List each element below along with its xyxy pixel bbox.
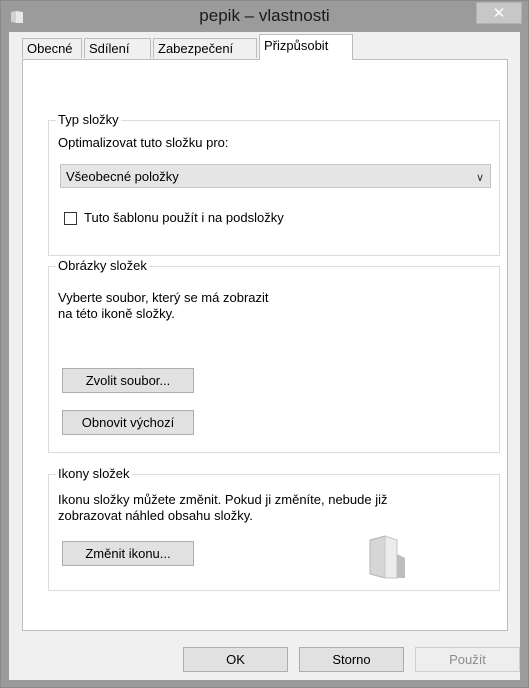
tab-security[interactable]: Zabezpečení [153, 38, 257, 58]
folder-pictures-group: Obrázky složek Vyberte soubor, který se … [48, 258, 500, 453]
tab-general[interactable]: Obecné [22, 38, 82, 58]
optimize-dropdown[interactable]: Všeobecné položky ∨ [60, 164, 491, 188]
folder-type-group: Typ složky Optimalizovat tuto složku pro… [48, 112, 500, 256]
change-icon-button[interactable]: Změnit ikonu... [62, 541, 194, 566]
properties-dialog: pepik – vlastnosti ✕ Obecné Sdílení Zabe… [0, 0, 529, 688]
cancel-button[interactable]: Storno [299, 647, 404, 672]
tab-panel: Typ složky Optimalizovat tuto složku pro… [22, 59, 508, 631]
title-bar[interactable]: pepik – vlastnosti ✕ [1, 1, 528, 32]
close-button[interactable]: ✕ [476, 2, 522, 24]
folder-type-group-label: Typ složky [56, 112, 121, 128]
folder-icons-group: Ikony složek Ikonu složky můžete změnit.… [48, 466, 500, 591]
folder-pictures-description-1: Vyberte soubor, který se má zobrazit [58, 290, 269, 305]
apply-subfolders-label[interactable]: Tuto šablonu použít i na podsložky [84, 210, 284, 226]
folder-preview-icon [369, 535, 405, 579]
choose-file-button[interactable]: Zvolit soubor... [62, 368, 194, 393]
close-icon: ✕ [492, 4, 506, 22]
optimize-label: Optimalizovat tuto složku pro: [58, 135, 229, 150]
apply-button[interactable]: Použít [415, 647, 520, 672]
folder-icons-description-2: zobrazovat náhled obsahu složky. [58, 508, 253, 523]
apply-subfolders-checkbox[interactable] [64, 212, 77, 225]
folder-pictures-description-2: na této ikoně složky. [58, 306, 175, 321]
chevron-down-icon: ∨ [475, 172, 484, 184]
folder-icons-group-label: Ikony složek [56, 466, 132, 482]
folder-pictures-group-label: Obrázky složek [56, 258, 149, 274]
tab-sharing[interactable]: Sdílení [84, 38, 151, 58]
window-title: pepik – vlastnosti [199, 6, 330, 25]
restore-default-button[interactable]: Obnovit výchozí [62, 410, 194, 435]
tab-customize[interactable]: Přizpůsobit [259, 34, 353, 60]
folder-icons-description-1: Ikonu složky můžete změnit. Pokud ji změ… [58, 492, 388, 507]
optimize-dropdown-value: Všeobecné položky [66, 169, 179, 184]
ok-button[interactable]: OK [183, 647, 288, 672]
